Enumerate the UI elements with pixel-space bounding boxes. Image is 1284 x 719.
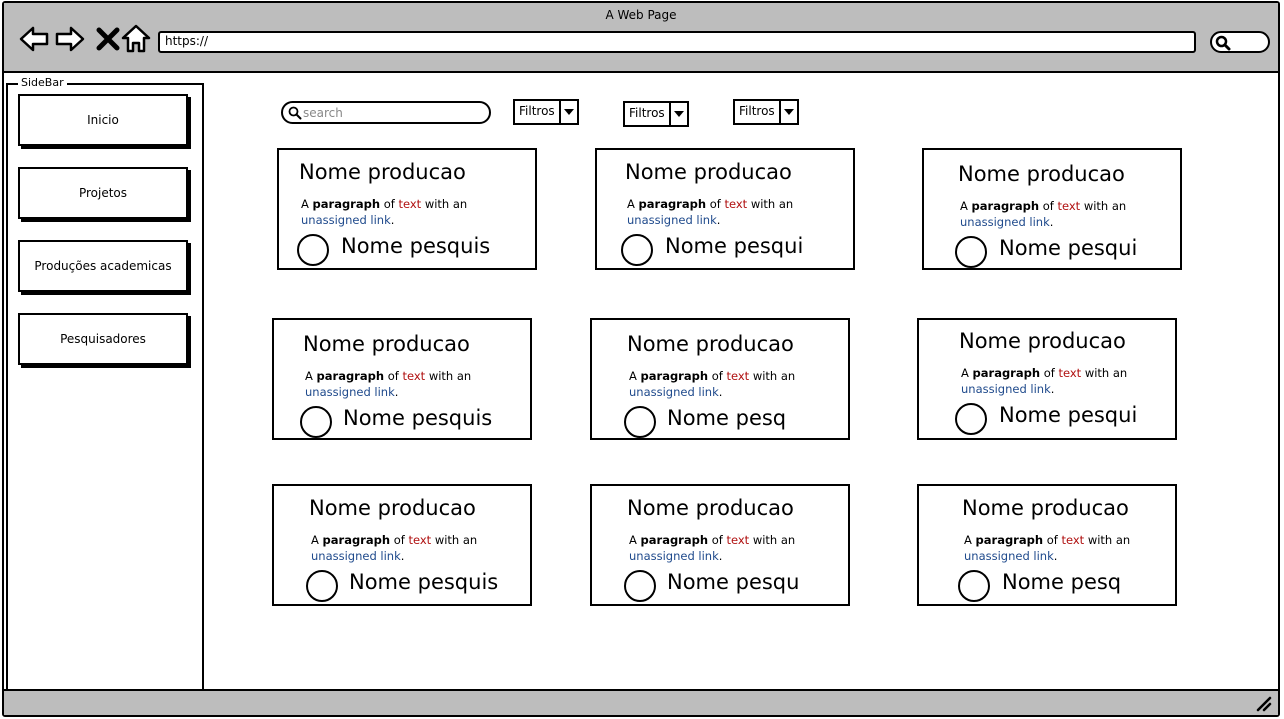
avatar [955, 236, 987, 268]
production-card[interactable]: Nome producao A paragraph of text with a… [917, 484, 1177, 606]
forward-arrow-icon[interactable] [54, 23, 86, 55]
url-input[interactable]: https:// [158, 31, 1196, 53]
search-input[interactable] [303, 104, 483, 121]
sidebar-legend: SideBar [18, 76, 67, 90]
sidebar-item-pesquisadores[interactable]: Pesquisadores [18, 313, 188, 365]
card-title: Nome producao [959, 329, 1126, 353]
card-author: Nome pesqu [667, 570, 800, 594]
production-card[interactable]: Nome producao A paragraph of text with a… [590, 484, 850, 606]
card-author: Nome pesqui [999, 236, 1138, 260]
url-text: https:// [165, 34, 209, 48]
window-title: A Web Page [605, 8, 677, 22]
card-paragraph: A paragraph of text with an unassigned li… [301, 197, 468, 227]
production-card[interactable]: Nome producao A paragraph of text with a… [590, 318, 850, 440]
card-link[interactable]: unassigned link [964, 549, 1054, 563]
avatar [306, 570, 338, 602]
card-link[interactable]: unassigned link [301, 213, 391, 227]
search-field[interactable] [281, 101, 491, 124]
card-paragraph: A paragraph of text with an unassigned li… [960, 199, 1127, 229]
card-title: Nome producao [299, 160, 466, 184]
card-author: Nome pesq [1002, 570, 1122, 594]
card-title: Nome producao [627, 332, 794, 356]
browser-toolbar: A Web Page https:// [4, 3, 1278, 73]
card-paragraph: A paragraph of text with an unassigned li… [627, 197, 794, 227]
card-title: Nome producao [958, 162, 1125, 186]
card-link[interactable]: unassigned link [629, 549, 719, 563]
filter-dropdown-3[interactable]: Filtros [733, 99, 799, 125]
sidebar: SideBar Inicio Projetos Produções academ… [6, 76, 204, 692]
card-author: Nome pesq [667, 406, 787, 430]
card-title: Nome producao [625, 160, 792, 184]
search-icon [288, 106, 302, 120]
back-arrow-icon[interactable] [18, 23, 50, 55]
card-paragraph: A paragraph of text with an unassigned li… [961, 366, 1128, 396]
chevron-down-icon [778, 101, 797, 123]
card-paragraph: A paragraph of text with an unassigned li… [964, 533, 1131, 563]
resize-grip-icon[interactable] [1254, 694, 1272, 712]
card-link[interactable]: unassigned link [961, 382, 1051, 396]
production-card[interactable]: Nome producao A paragraph of text with a… [917, 318, 1177, 440]
status-bar [4, 689, 1278, 715]
filter-dropdown-2[interactable]: Filtros [623, 101, 689, 127]
sidebar-item-projetos[interactable]: Projetos [18, 167, 188, 219]
card-paragraph: A paragraph of text with an unassigned li… [305, 369, 472, 399]
card-author: Nome pesquis [349, 570, 499, 594]
card-title: Nome producao [309, 496, 476, 520]
chevron-down-icon [668, 103, 687, 125]
production-card[interactable]: Nome producao A paragraph of text with a… [277, 148, 537, 270]
sidebar-item-inicio[interactable]: Inicio [18, 94, 188, 146]
card-paragraph: A paragraph of text with an unassigned li… [629, 533, 796, 563]
production-card[interactable]: Nome producao A paragraph of text with a… [922, 148, 1182, 270]
avatar [624, 570, 656, 602]
card-link[interactable]: unassigned link [627, 213, 717, 227]
avatar [300, 406, 332, 438]
card-title: Nome producao [962, 496, 1129, 520]
avatar [624, 406, 656, 438]
filter-label: Filtros [519, 104, 555, 118]
chevron-down-icon [558, 101, 577, 123]
filter-label: Filtros [629, 106, 665, 120]
filter-label: Filtros [739, 104, 775, 118]
avatar [958, 570, 990, 602]
avatar [297, 234, 329, 266]
sidebar-item-producoes[interactable]: Produções academicas [18, 240, 188, 292]
browser-search-field[interactable] [1210, 31, 1270, 53]
card-author: Nome pesquis [343, 406, 493, 430]
card-title: Nome producao [627, 496, 794, 520]
production-card[interactable]: Nome producao A paragraph of text with a… [272, 318, 532, 440]
avatar [955, 403, 987, 435]
home-icon[interactable] [120, 23, 152, 55]
card-title: Nome producao [303, 332, 470, 356]
card-author: Nome pesqui [999, 403, 1138, 427]
card-link[interactable]: unassigned link [960, 215, 1050, 229]
card-author: Nome pesqui [665, 234, 804, 258]
card-author: Nome pesquis [341, 234, 491, 258]
production-card[interactable]: Nome producao A paragraph of text with a… [272, 484, 532, 606]
avatar [621, 234, 653, 266]
card-link[interactable]: unassigned link [305, 385, 395, 399]
production-card[interactable]: Nome producao A paragraph of text with a… [595, 148, 855, 270]
search-icon [1215, 35, 1231, 51]
card-link[interactable]: unassigned link [311, 549, 401, 563]
card-link[interactable]: unassigned link [629, 385, 719, 399]
filter-dropdown-1[interactable]: Filtros [513, 99, 579, 125]
card-paragraph: A paragraph of text with an unassigned li… [311, 533, 478, 563]
card-paragraph: A paragraph of text with an unassigned li… [629, 369, 796, 399]
